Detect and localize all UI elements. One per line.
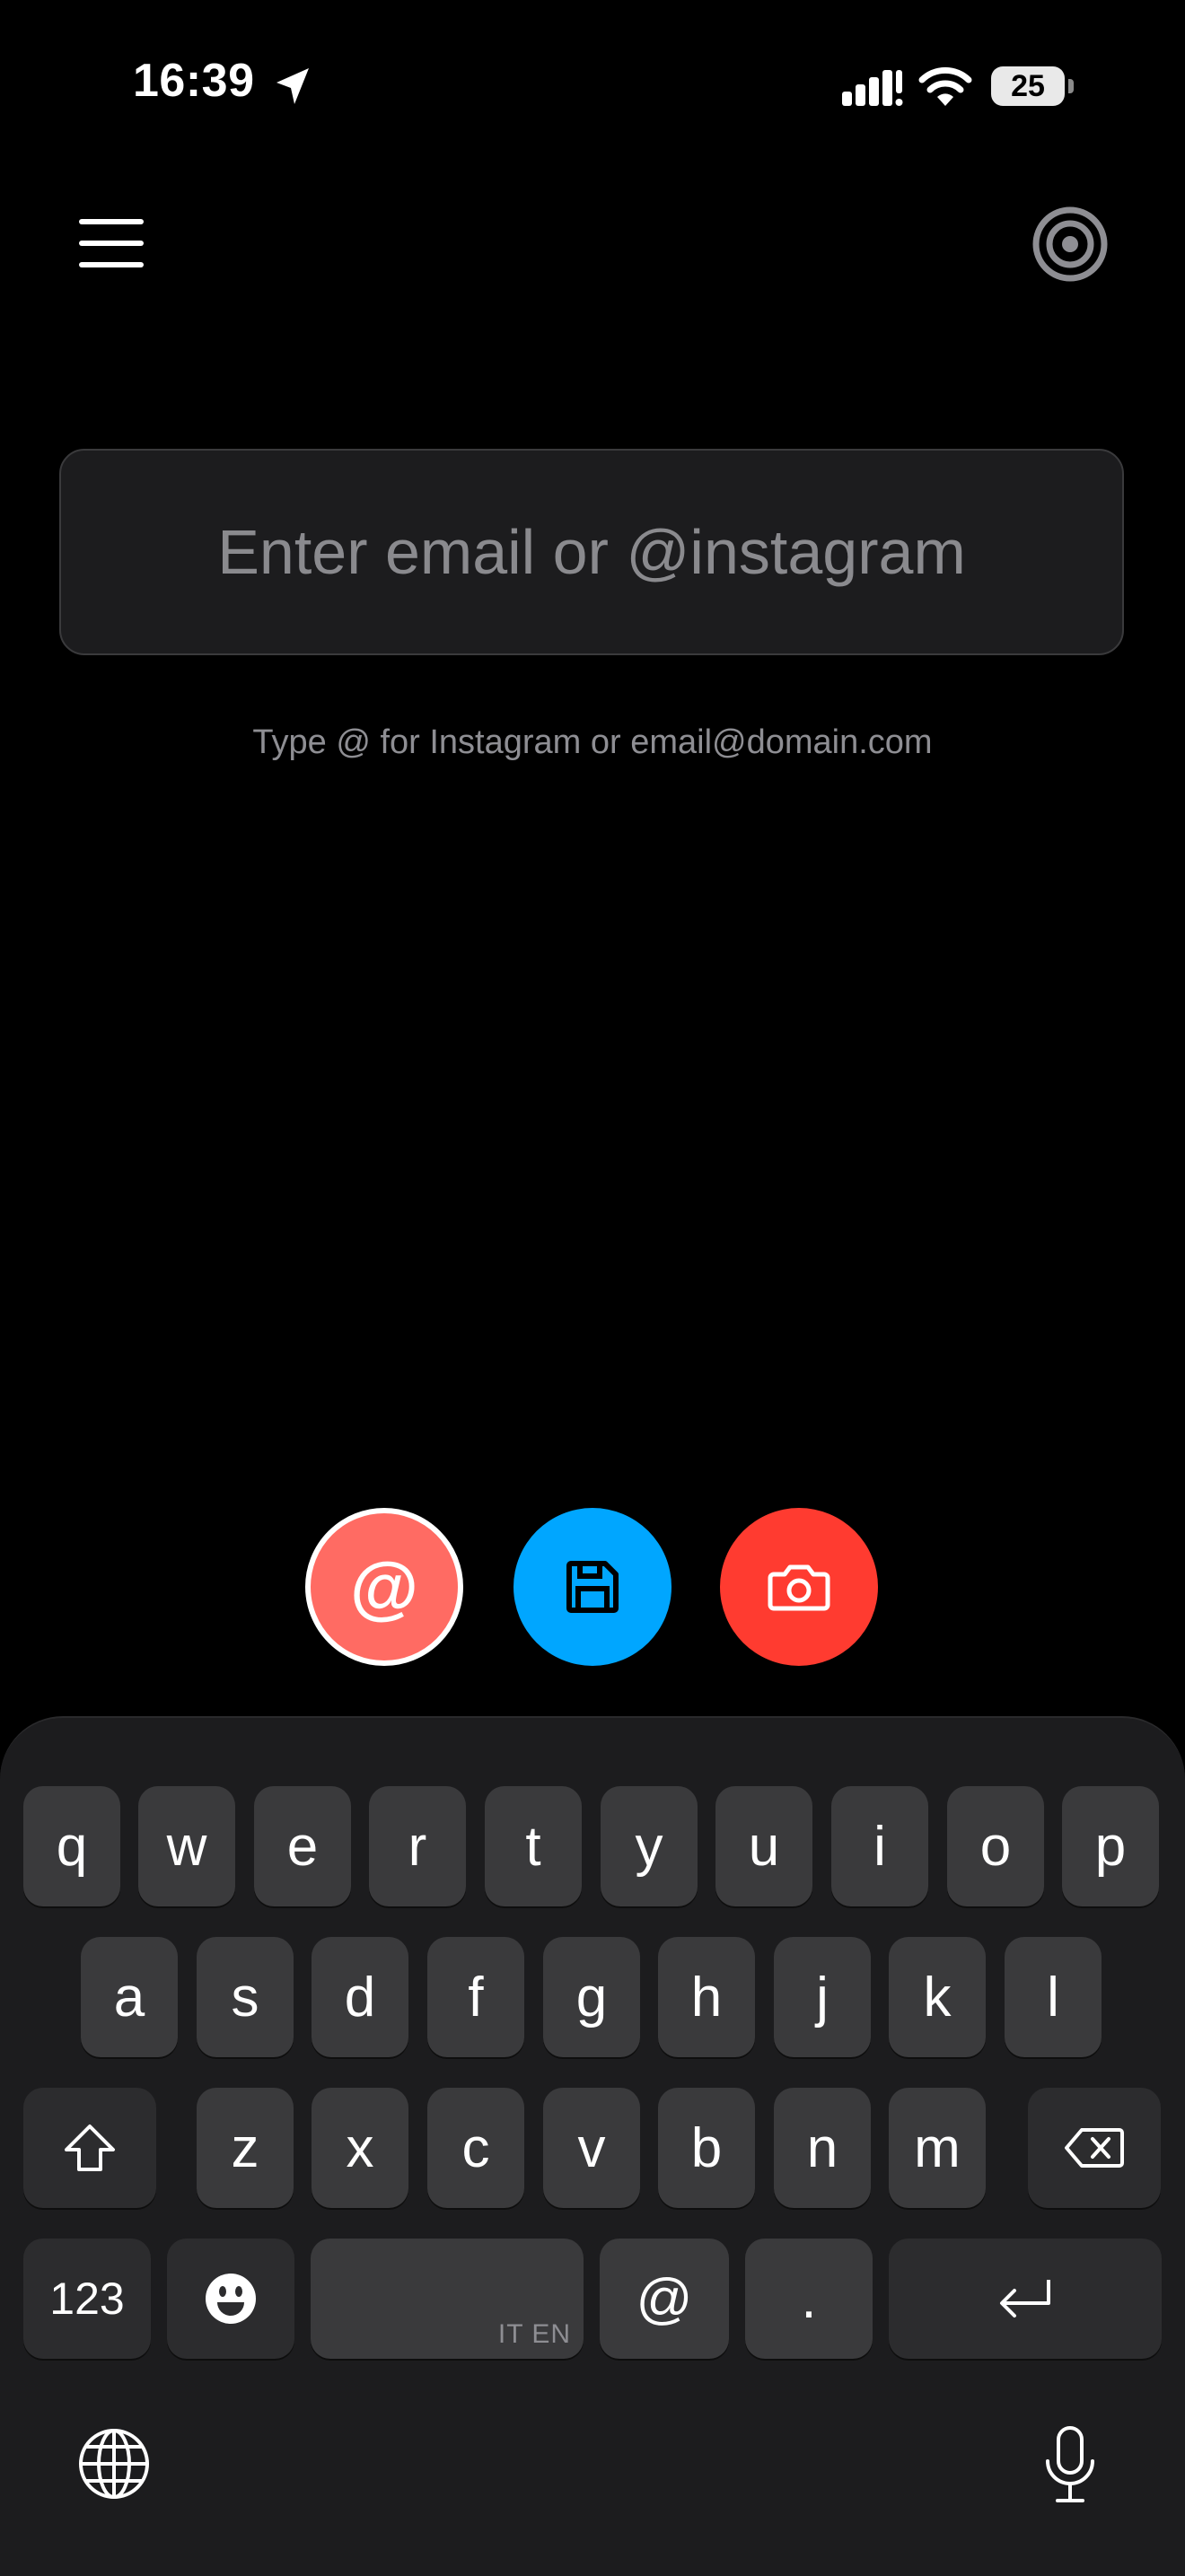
key-v[interactable]: v: [543, 2088, 640, 2208]
camera-button[interactable]: [720, 1508, 878, 1666]
key-b[interactable]: b: [658, 2088, 755, 2208]
emoji-smiley-icon: [206, 2274, 256, 2324]
shift-arrow-icon: [65, 2125, 115, 2171]
dot-key[interactable]: .: [745, 2239, 873, 2359]
key-k[interactable]: k: [889, 1937, 986, 2057]
emoji-key[interactable]: [167, 2239, 294, 2359]
cellular-signal-icon: [842, 70, 903, 106]
key-q[interactable]: q: [23, 1786, 120, 1906]
return-key[interactable]: [889, 2239, 1162, 2359]
key-i[interactable]: i: [831, 1786, 928, 1906]
globe-icon[interactable]: [77, 2427, 151, 2501]
keyboard: q w e r t y u i o p a s d f g h j k l z …: [0, 1716, 1185, 2576]
space-language-label: IT EN: [497, 2319, 571, 2349]
battery-indicator: 25: [991, 66, 1065, 106]
save-button[interactable]: [514, 1508, 672, 1666]
key-h[interactable]: h: [658, 1937, 755, 2057]
at-button-label: @: [349, 1546, 419, 1626]
floppy-disk-icon: [566, 1561, 619, 1613]
key-w[interactable]: w: [138, 1786, 235, 1906]
key-t[interactable]: t: [485, 1786, 582, 1906]
key-a[interactable]: a: [81, 1937, 178, 2057]
at-button[interactable]: @: [305, 1508, 463, 1666]
key-o[interactable]: o: [947, 1786, 1044, 1906]
key-r[interactable]: r: [369, 1786, 466, 1906]
target-icon[interactable]: [1032, 206, 1108, 282]
location-arrow-icon: [276, 68, 309, 104]
status-time: 16:39: [133, 55, 255, 107]
numbers-key[interactable]: 123: [23, 2239, 151, 2359]
shift-key[interactable]: [23, 2088, 156, 2208]
email-instagram-input[interactable]: [61, 515, 1122, 589]
key-f[interactable]: f: [427, 1937, 524, 2057]
key-j[interactable]: j: [774, 1937, 871, 2057]
key-x[interactable]: x: [312, 2088, 408, 2208]
email-instagram-input-container[interactable]: [59, 449, 1124, 655]
backspace-key[interactable]: [1028, 2088, 1161, 2208]
microphone-icon[interactable]: [1043, 2425, 1097, 2504]
backspace-icon: [1065, 2128, 1124, 2168]
camera-icon: [768, 1564, 830, 1611]
wifi-icon: [918, 66, 972, 106]
hamburger-menu-icon[interactable]: [77, 217, 145, 269]
key-d[interactable]: d: [312, 1937, 408, 2057]
key-l[interactable]: l: [1005, 1937, 1102, 2057]
key-s[interactable]: s: [197, 1937, 294, 2057]
input-hint: Type @ for Instagram or email@domain.com: [252, 723, 933, 761]
at-key[interactable]: @: [600, 2239, 729, 2359]
key-e[interactable]: e: [254, 1786, 351, 1906]
battery-nub: [1068, 79, 1074, 93]
key-c[interactable]: c: [427, 2088, 524, 2208]
key-g[interactable]: g: [543, 1937, 640, 2057]
space-key[interactable]: IT EN: [311, 2239, 584, 2359]
key-u[interactable]: u: [715, 1786, 812, 1906]
key-p[interactable]: p: [1062, 1786, 1159, 1906]
key-n[interactable]: n: [774, 2088, 871, 2208]
key-m[interactable]: m: [889, 2088, 986, 2208]
return-arrow-icon: [1000, 2280, 1050, 2318]
key-y[interactable]: y: [601, 1786, 698, 1906]
key-z[interactable]: z: [197, 2088, 294, 2208]
